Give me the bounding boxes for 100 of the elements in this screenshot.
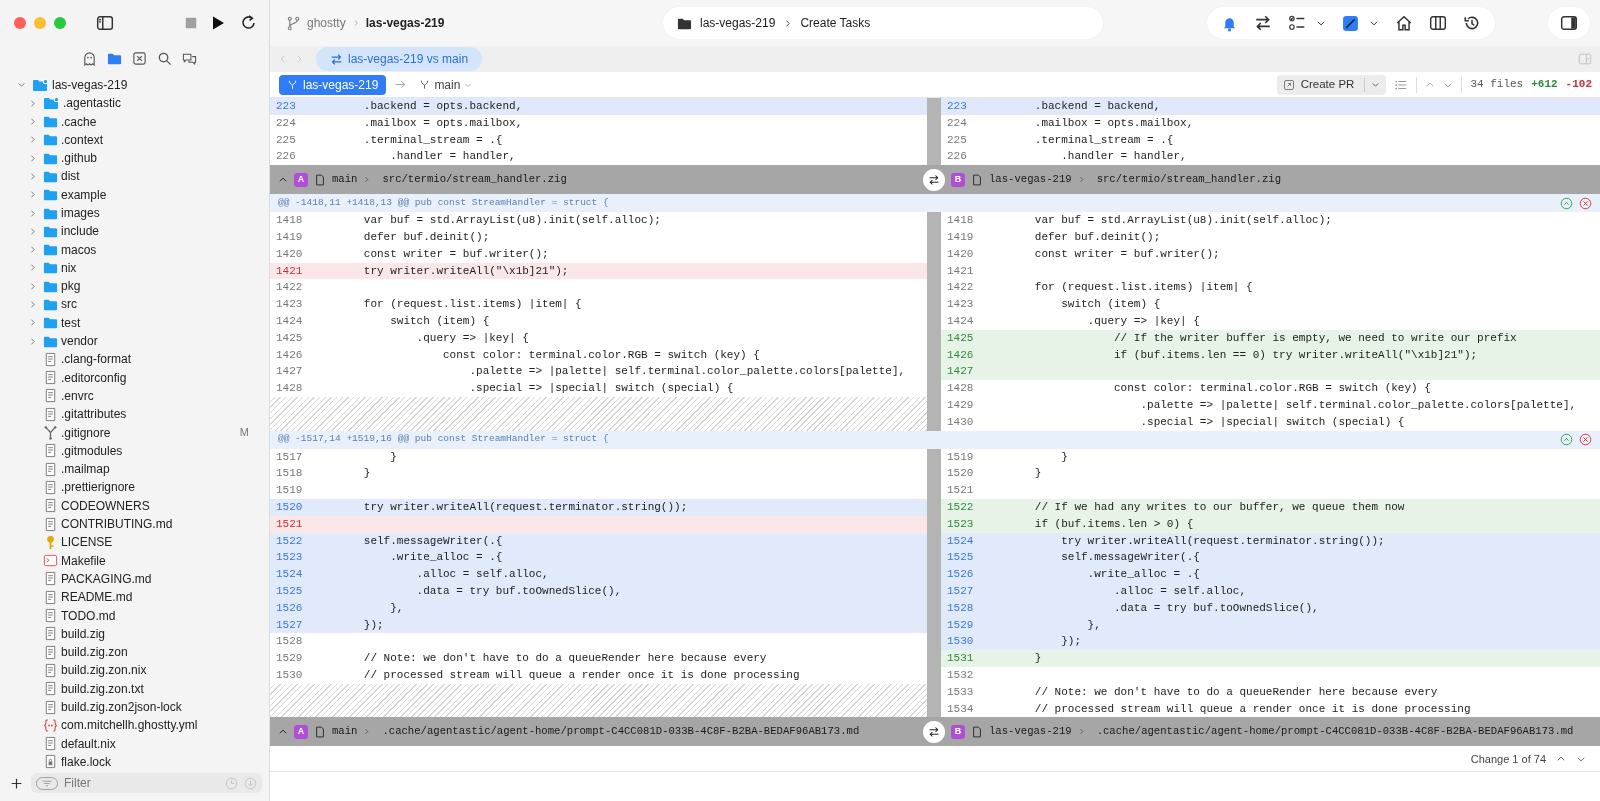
- disclosure-chevron-icon[interactable]: [16, 80, 26, 90]
- folder-name[interactable]: las-vegas-219: [700, 14, 776, 32]
- file-name[interactable]: .prettierignore: [61, 478, 136, 497]
- file-name[interactable]: TODO.md: [61, 606, 116, 625]
- checklist-icon[interactable]: [1288, 14, 1306, 32]
- file-name[interactable]: .editorconfig: [61, 368, 127, 387]
- folder-name[interactable]: example: [61, 185, 107, 204]
- folder-name[interactable]: dist: [61, 167, 80, 186]
- dropdown-chevron-icon[interactable]: [1316, 18, 1326, 28]
- file-name[interactable]: flake.lock: [61, 752, 112, 771]
- folder-icon[interactable]: [107, 51, 122, 67]
- file-name[interactable]: .envrc: [61, 386, 94, 405]
- file-name[interactable]: default.nix: [61, 734, 116, 753]
- swap-sides-button[interactable]: [923, 168, 945, 191]
- forward-icon[interactable]: [294, 54, 304, 64]
- file-name[interactable]: build.zig.zon.txt: [61, 679, 144, 698]
- stop-icon[interactable]: [184, 15, 198, 30]
- tasks-icon[interactable]: [132, 51, 147, 67]
- folder-name[interactable]: src: [61, 295, 77, 314]
- dropdown-chevron-icon[interactable]: [1369, 18, 1379, 28]
- file-name[interactable]: .gitmodules: [61, 441, 123, 460]
- file-icon: [43, 736, 58, 752]
- folder-name[interactable]: vendor: [61, 332, 98, 351]
- file-name[interactable]: LICENSE: [61, 533, 113, 552]
- file-name[interactable]: PACKAGING.md: [61, 569, 152, 588]
- reject-icon[interactable]: [1579, 196, 1592, 210]
- zoom-button[interactable]: [54, 16, 66, 29]
- file-name[interactable]: CONTRIBUTING.md: [61, 515, 173, 534]
- accept-icon[interactable]: [1560, 196, 1573, 210]
- folder-name[interactable]: nix: [61, 258, 77, 277]
- folder-name[interactable]: test: [61, 313, 81, 332]
- code-line: },: [1086, 617, 1101, 633]
- code-line: .handler = handler,: [1060, 149, 1187, 165]
- file-name[interactable]: build.zig: [61, 624, 106, 643]
- file-name[interactable]: CODEOWNERS: [61, 496, 150, 515]
- folder-name[interactable]: .cache: [61, 112, 97, 131]
- code-line: .alloc = self.alloc,: [415, 567, 549, 583]
- location-bar[interactable]: las-vegas-219 Create Tasks: [663, 7, 1103, 39]
- close-button[interactable]: [14, 16, 26, 29]
- app-icon[interactable]: [1342, 14, 1359, 32]
- tab[interactable]: las-vegas-219 vs main: [316, 47, 483, 71]
- file-name[interactable]: build.zig.zon2json-lock: [61, 698, 182, 716]
- folder-name[interactable]: .context: [61, 130, 104, 149]
- columns-icon[interactable]: [1429, 14, 1447, 32]
- folder-name[interactable]: include: [61, 222, 100, 241]
- search-icon[interactable]: [157, 51, 172, 67]
- line-number: 1523: [946, 516, 975, 532]
- code-line: try writer.writeAll(request.terminator.string());: [362, 499, 688, 515]
- back-icon[interactable]: [278, 54, 288, 64]
- code-line: .backend = backend,: [1033, 99, 1161, 114]
- folder-name[interactable]: las-vegas-219: [52, 75, 128, 94]
- branch-name[interactable]: las-vegas-219: [365, 14, 445, 32]
- sidebar-toggle-icon[interactable]: [96, 13, 114, 32]
- source-branch-button[interactable]: las-vegas-219: [279, 74, 387, 95]
- download-icon[interactable]: [244, 776, 257, 790]
- line-number: 1529: [946, 617, 975, 633]
- file-name[interactable]: .clang-format: [61, 350, 132, 369]
- panel-icon[interactable]: [1578, 52, 1592, 66]
- file-name[interactable]: .mailmap: [61, 460, 110, 479]
- accept-icon[interactable]: [1560, 433, 1573, 447]
- swap-sides-button[interactable]: [923, 720, 945, 743]
- line-number: 225: [946, 132, 968, 148]
- file-icon: [971, 173, 983, 186]
- file-path[interactable]: .cache/agentastic/agent-home/prompt-C4CC081D-033B-4C8F-B2BA-BEDAF96AB173.md: [382, 723, 860, 740]
- folder-name[interactable]: .github: [61, 149, 98, 168]
- file-name[interactable]: .gitignore: [61, 423, 111, 442]
- folder-name[interactable]: images: [61, 204, 100, 222]
- filter-field[interactable]: Filter: [31, 773, 262, 793]
- code-line: for (request.list.items) |item| {: [1033, 280, 1253, 296]
- history-icon[interactable]: [1463, 14, 1481, 32]
- minimize-button[interactable]: [34, 16, 46, 29]
- file-path[interactable]: src/termio/stream_handler.zig: [1096, 171, 1282, 188]
- branch-icon: [286, 15, 301, 31]
- file-name[interactable]: build.zig.zon: [61, 643, 128, 662]
- file-name[interactable]: Makefile: [61, 551, 106, 570]
- folder-name[interactable]: pkg: [61, 277, 81, 296]
- play-icon[interactable]: [210, 14, 226, 31]
- target-branch-dropdown[interactable]: main: [415, 75, 477, 94]
- right-sidebar-icon[interactable]: [1560, 14, 1578, 32]
- filter-input[interactable]: Filter: [64, 774, 219, 792]
- create-pr-button[interactable]: Create PR: [1276, 74, 1387, 95]
- file-name[interactable]: README.md: [61, 588, 133, 607]
- filter-icon[interactable]: [36, 776, 58, 790]
- folder-name[interactable]: macos: [61, 240, 97, 259]
- line-number: 1526: [946, 567, 975, 583]
- chat-icon[interactable]: [182, 51, 197, 67]
- task-name[interactable]: Create Tasks: [800, 14, 871, 32]
- repo-name[interactable]: ghostty: [307, 14, 346, 32]
- file-name[interactable]: build.zig.zon.nix: [61, 661, 147, 680]
- file-name[interactable]: com.mitchellh.ghostty.yml: [61, 716, 198, 735]
- file-name[interactable]: .gitattributes: [61, 405, 127, 424]
- file-path[interactable]: src/termio/stream_handler.zig: [382, 171, 567, 188]
- swap-icon[interactable]: [1254, 14, 1272, 32]
- add-icon[interactable]: [10, 776, 23, 790]
- ghost-icon[interactable]: [82, 51, 97, 67]
- file-path[interactable]: .cache/agentastic/agent-home/prompt-C4CC081D-033B-4C8F-B2BA-BEDAF96AB173.md: [1096, 723, 1574, 740]
- home-icon[interactable]: [1395, 14, 1413, 32]
- reject-icon[interactable]: [1579, 433, 1592, 447]
- folder-name[interactable]: .agentastic: [63, 94, 122, 113]
- refresh-icon[interactable]: [240, 14, 257, 32]
